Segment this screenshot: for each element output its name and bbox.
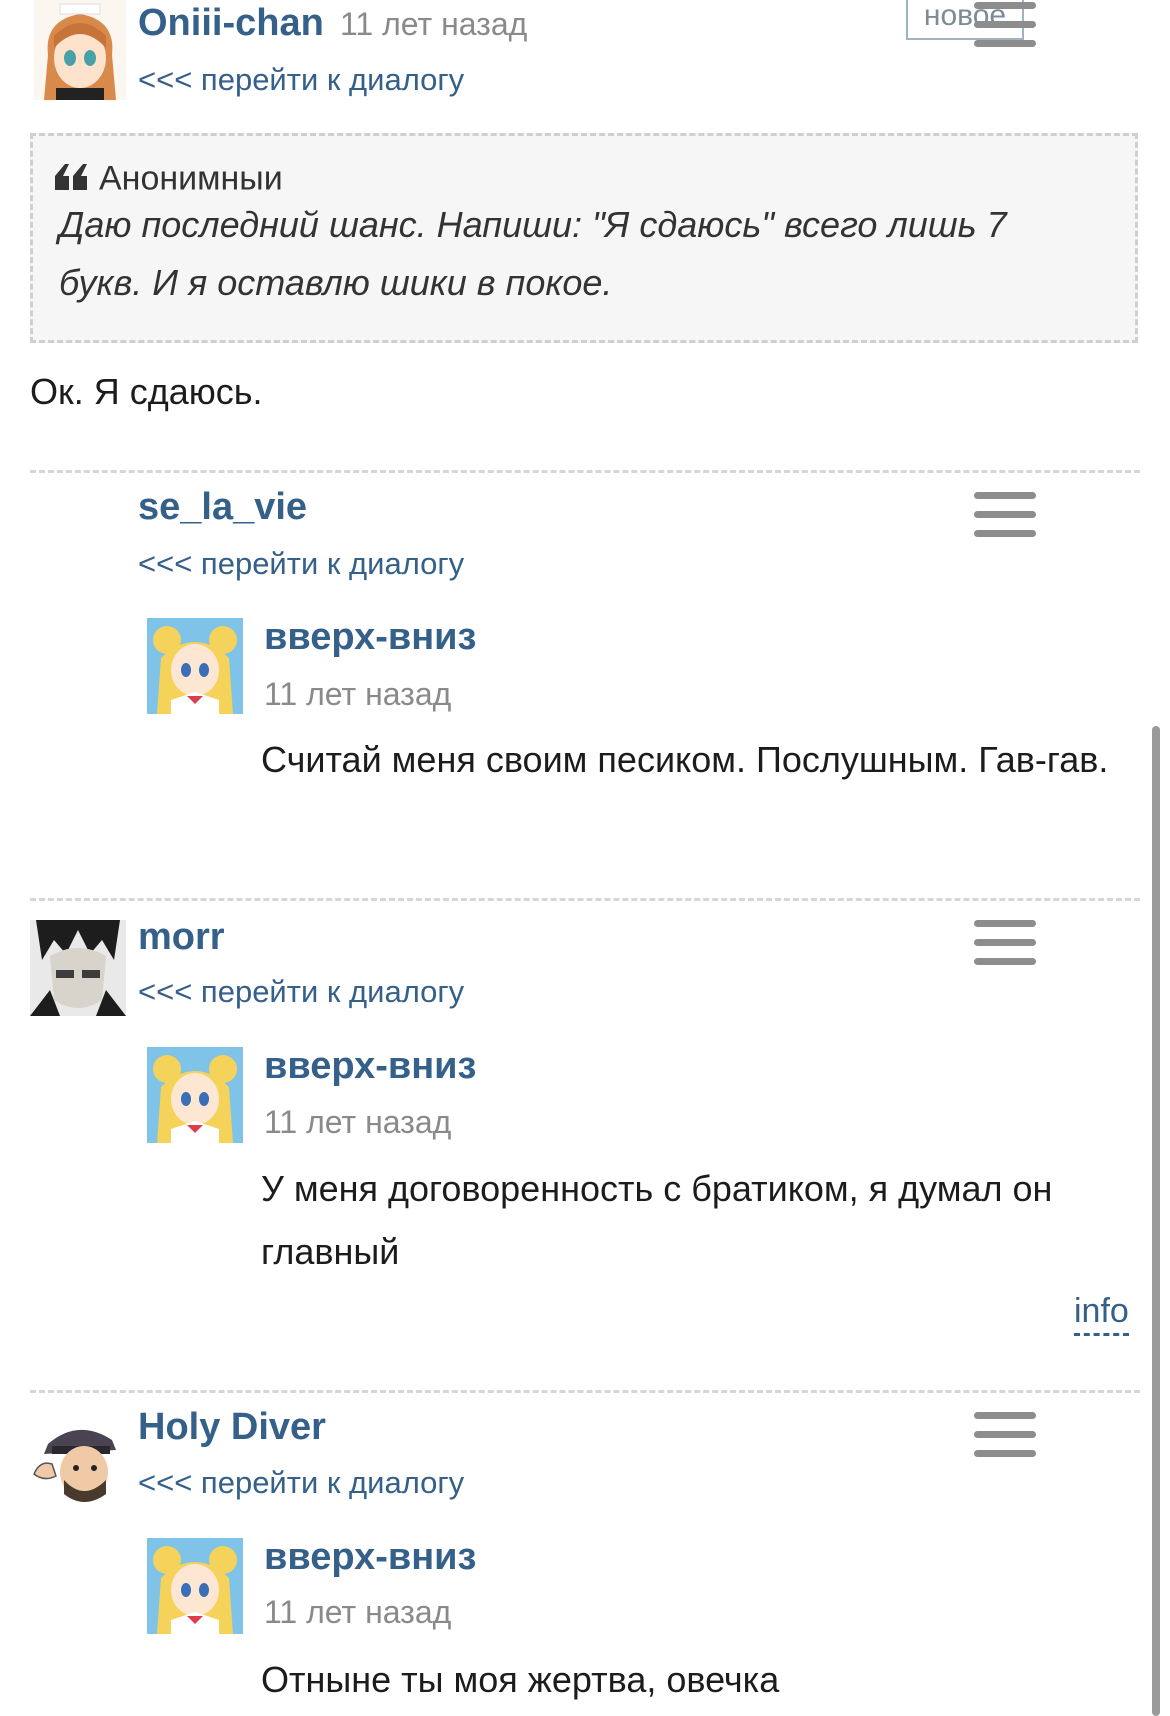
reply-author[interactable]: вверх-вниз bbox=[264, 616, 476, 659]
comment-divider bbox=[30, 470, 1140, 473]
comment-divider bbox=[30, 898, 1140, 901]
quote-marks-icon bbox=[53, 160, 91, 199]
avatar[interactable] bbox=[34, 0, 126, 100]
avatar[interactable] bbox=[30, 1410, 126, 1506]
comment-divider bbox=[30, 1390, 1140, 1393]
hamburger-menu-icon[interactable] bbox=[974, 2, 1036, 48]
comment-time: 11 лет назад bbox=[340, 6, 528, 42]
reply-text: Отныне ты моя жертва, овечка bbox=[261, 1659, 780, 1700]
comment-author[interactable]: Oniii-chan bbox=[138, 2, 324, 45]
avatar[interactable] bbox=[147, 618, 243, 714]
quote-text: Даю последний шанс. Напиши: "Я сдаюсь" в… bbox=[59, 204, 1007, 303]
dialog-link[interactable]: <<< перейти к диалогу bbox=[138, 974, 464, 1010]
reply-time: 11 лет назад bbox=[264, 676, 452, 712]
dialog-link[interactable]: <<< перейти к диалогу bbox=[138, 546, 464, 582]
comment-text: Ок. Я сдаюсь. bbox=[30, 371, 263, 412]
quote-author[interactable]: Анонимныи bbox=[99, 160, 283, 198]
comment-author[interactable]: se_la_vie bbox=[138, 486, 307, 529]
comment-author[interactable]: morr bbox=[138, 916, 225, 959]
avatar[interactable] bbox=[147, 1047, 243, 1143]
avatar[interactable] bbox=[147, 1538, 243, 1634]
reply-text: Считай меня своим песиком. Послушным. Га… bbox=[261, 739, 1109, 780]
scrollbar[interactable] bbox=[1152, 726, 1160, 1716]
reply-time: 11 лет назад bbox=[264, 1104, 452, 1140]
quote-block: Анонимныи Даю последний шанс. Напиши: "Я… bbox=[30, 133, 1138, 343]
comment-author[interactable]: Holy Diver bbox=[138, 1406, 326, 1449]
dialog-link[interactable]: <<< перейти к диалогу bbox=[138, 1465, 464, 1501]
avatar[interactable] bbox=[30, 920, 126, 1016]
info-link[interactable]: info bbox=[1074, 1292, 1129, 1336]
reply-time: 11 лет назад bbox=[264, 1594, 452, 1630]
dialog-link[interactable]: <<< перейти к диалогу bbox=[138, 62, 464, 98]
reply-author[interactable]: вверх-вниз bbox=[264, 1045, 476, 1088]
reply-text: У меня договоренность с братиком, я дума… bbox=[261, 1168, 1053, 1272]
hamburger-menu-icon[interactable] bbox=[974, 1412, 1036, 1458]
hamburger-menu-icon[interactable] bbox=[974, 920, 1036, 966]
hamburger-menu-icon[interactable] bbox=[974, 492, 1036, 538]
reply-author[interactable]: вверх-вниз bbox=[264, 1536, 476, 1579]
